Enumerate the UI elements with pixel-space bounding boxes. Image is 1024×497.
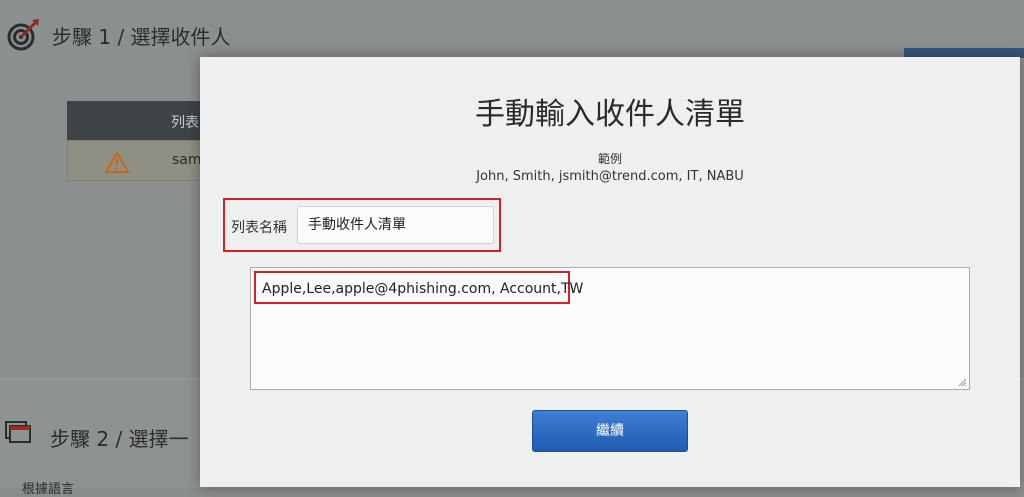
example-text: John, Smith, jsmith@trend.com, IT, NABU (476, 169, 744, 184)
manual-recipient-modal: 手動輸入收件人清單 範例 John, Smith, jsmith@trend.c… (200, 57, 1020, 487)
templates-icon (5, 421, 31, 443)
table-row[interactable]: samp (67, 140, 210, 181)
target-icon (7, 19, 39, 51)
step2-title: 步驟 2 / 選擇一 (50, 427, 189, 451)
table-header: 列表 (67, 101, 207, 140)
recipients-text: Apple,Lee,apple@4phishing.com, Account,T… (262, 281, 584, 297)
example-label: 範例 (597, 152, 622, 166)
resize-grip-icon[interactable] (957, 377, 967, 387)
continue-button[interactable]: 繼續 (532, 410, 688, 452)
list-name-label: 列表名稱 (231, 220, 287, 236)
modal-title: 手動輸入收件人清單 (475, 97, 745, 132)
step1-title: 步驟 1 / 選擇收件人 (52, 25, 231, 49)
warning-icon (105, 152, 129, 173)
list-name-input[interactable]: 手動收件人清單 (297, 206, 494, 244)
table-header-label: 列表 (171, 115, 199, 131)
recipient-list-table: 列表 samp (67, 101, 210, 183)
step2-subtitle: 根據語言 (22, 482, 75, 497)
